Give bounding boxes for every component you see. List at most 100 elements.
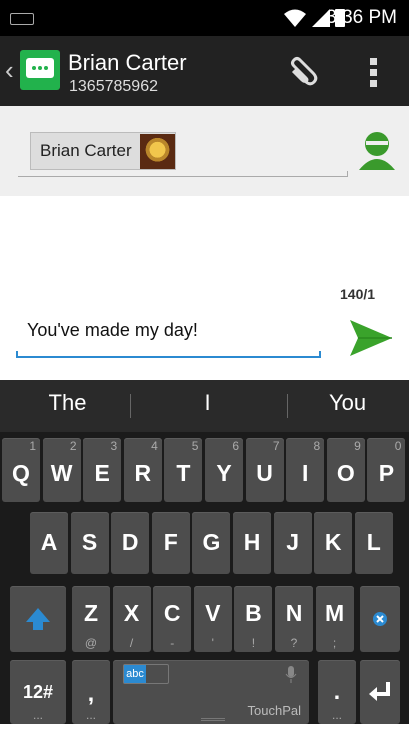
space-key[interactable]: abc TouchPal xyxy=(113,660,309,724)
message-input-underline xyxy=(16,351,321,358)
key-label: B xyxy=(245,600,262,626)
key-d[interactable]: D xyxy=(111,512,150,574)
key-label: K xyxy=(324,529,342,555)
keyboard-brand-label: TouchPal xyxy=(247,703,301,718)
key-j[interactable]: J xyxy=(273,512,312,574)
key-label: L xyxy=(366,529,381,555)
key-w[interactable]: 2W xyxy=(42,438,81,502)
key-r[interactable]: 4R xyxy=(123,438,162,502)
shift-key[interactable] xyxy=(10,586,66,652)
suggestion-1[interactable]: The xyxy=(20,390,115,416)
key-label: Q xyxy=(12,460,30,486)
status-time: 3:36 PM xyxy=(326,7,397,28)
key-m[interactable]: M; xyxy=(315,586,354,652)
key-z[interactable]: Z @ xyxy=(72,586,110,652)
key-label: J xyxy=(286,529,299,555)
key-g[interactable]: G xyxy=(192,512,231,574)
recipient-field-underline xyxy=(18,171,348,177)
recipient-avatar xyxy=(139,133,175,169)
key-sub-label: / xyxy=(129,636,134,650)
key-label: D xyxy=(121,529,139,555)
suggestion-2[interactable]: I xyxy=(160,390,255,416)
keyboard-indicator-icon xyxy=(10,13,34,25)
contact-name: Brian Carter xyxy=(68,50,187,75)
shift-icon xyxy=(26,608,50,630)
suggestion-bar: The I You xyxy=(0,380,409,432)
send-icon[interactable] xyxy=(348,318,394,358)
enter-key[interactable] xyxy=(360,660,400,724)
key-f[interactable]: F xyxy=(151,512,190,574)
key-o[interactable]: 9O xyxy=(326,438,365,502)
key-v[interactable]: V ' xyxy=(193,586,232,652)
contact-person-icon[interactable] xyxy=(356,128,398,172)
key-hint-label: 6 xyxy=(232,439,239,453)
input-mode-label: abc xyxy=(124,665,146,683)
key-label: I xyxy=(301,460,309,486)
key-h[interactable]: H xyxy=(233,512,271,574)
key-label: R xyxy=(134,460,152,486)
key-hint-label: 2 xyxy=(69,439,77,453)
key-k[interactable]: K xyxy=(314,512,353,574)
message-input[interactable]: You've made my day! xyxy=(27,320,317,341)
key-label: O xyxy=(336,460,355,486)
input-mode-badge: abc xyxy=(123,664,169,684)
key-b[interactable]: B! xyxy=(234,586,273,652)
messaging-app-icon[interactable] xyxy=(20,50,60,90)
recipient-chip-label: Brian Carter xyxy=(40,141,132,160)
key-sub-label: ? xyxy=(290,636,298,650)
key-label: X xyxy=(123,600,140,626)
key-label: E xyxy=(94,460,110,486)
key-hint-label: 4 xyxy=(151,439,158,453)
contact-phone: 1365785962 xyxy=(69,78,158,95)
key-sub-label: ' xyxy=(211,636,214,650)
delete-key[interactable] xyxy=(360,586,400,652)
microphone-icon xyxy=(285,666,297,683)
key-sub-label: - xyxy=(170,636,175,650)
overflow-menu-icon[interactable] xyxy=(370,58,378,91)
paperclip-icon[interactable] xyxy=(286,56,320,90)
key-label: F xyxy=(163,529,178,555)
key-sub-label: @ xyxy=(84,636,98,650)
key-hint-label: 5 xyxy=(191,439,199,453)
suggestion-divider xyxy=(287,394,288,418)
key-label: M xyxy=(325,600,345,626)
key-e[interactable]: 3E xyxy=(83,438,122,502)
key-u[interactable]: 7U xyxy=(245,438,284,502)
enter-icon xyxy=(369,682,390,701)
recipient-chip[interactable]: Brian Carter xyxy=(30,132,176,170)
key-i[interactable]: 8I xyxy=(286,438,325,502)
key-a[interactable]: A xyxy=(30,512,68,574)
key-c[interactable]: C- xyxy=(153,586,192,652)
action-bar: ‹ Brian Carter 1365785962 xyxy=(0,36,409,106)
key-t[interactable]: 5T xyxy=(164,438,203,502)
delete-icon xyxy=(373,612,387,626)
key-n[interactable]: N? xyxy=(275,586,313,652)
key-q[interactable]: 1Q xyxy=(2,438,40,502)
key-p[interactable]: 0P xyxy=(367,438,406,502)
key-label: C xyxy=(163,600,181,626)
comma-key[interactable]: ,... xyxy=(72,660,110,724)
key-l[interactable]: L xyxy=(354,512,393,574)
key-label: V xyxy=(205,600,221,626)
key-x[interactable]: X / xyxy=(112,586,151,652)
key-sub-label: ! xyxy=(251,636,256,650)
key-label: P xyxy=(378,460,395,486)
key-label: H xyxy=(243,529,261,555)
key-y[interactable]: 6Y xyxy=(205,438,243,502)
status-bar: 3:36 PM xyxy=(0,0,409,36)
key-label: T xyxy=(176,460,191,486)
key-sub-label: ... xyxy=(331,708,342,722)
key-hint-label: 1 xyxy=(29,439,36,453)
recipient-area: Brian Carter xyxy=(0,106,409,196)
key-label: Y xyxy=(216,460,232,486)
key-sub-label: ; xyxy=(332,636,337,650)
back-chevron-icon[interactable]: ‹ xyxy=(5,55,14,86)
mode-key[interactable]: 12#... xyxy=(10,660,66,724)
key-label: U xyxy=(256,460,273,486)
period-key[interactable]: .... xyxy=(318,660,356,724)
key-hint-label: 9 xyxy=(354,439,361,453)
key-s[interactable]: S xyxy=(70,512,109,574)
suggestion-3[interactable]: You xyxy=(300,390,395,416)
key-label: W xyxy=(50,460,73,486)
key-label: , xyxy=(87,680,95,706)
